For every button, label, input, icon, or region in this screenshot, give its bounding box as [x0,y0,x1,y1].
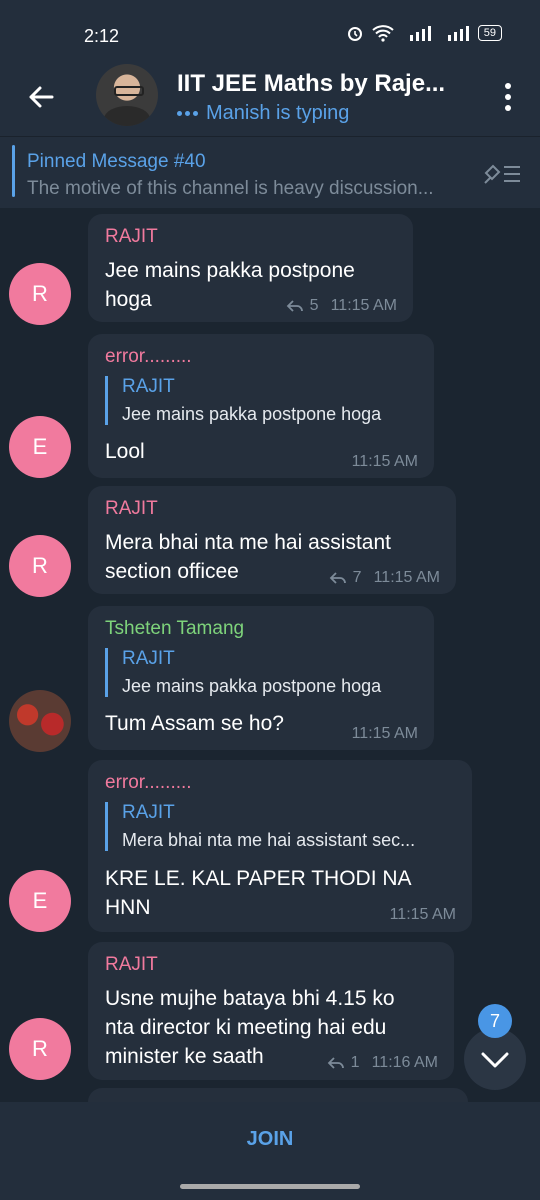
avatar[interactable]: R [9,263,71,325]
message-meta: 1 11:16 AM [327,1054,438,1072]
avatar[interactable]: R [9,535,71,597]
signal-icon [409,26,431,41]
message-text-line: Tum Assam se ho? [105,712,284,735]
message-meta: 11:15 AM [352,453,418,471]
message-bubble[interactable]: error......... RAJIT Mera bhai nta me ha… [88,760,472,932]
message-text-line: Jee mains pakka postpone [105,259,355,282]
message-text-line: nta director ki meeting hai edu [105,1016,387,1039]
sender-name[interactable]: RAJIT [105,498,158,520]
reply-count: 1 [350,1054,360,1071]
message-bubble[interactable]: error......... RAJIT Jee mains pakka pos… [88,334,434,478]
join-bar: JOIN [0,1102,540,1200]
pinned-title: Pinned Message #40 [27,151,206,172]
pin-list-icon[interactable] [482,161,522,187]
message-list[interactable]: R RAJIT Jee mains pakka postpone hoga 5 … [0,208,540,1102]
reply-text: Mera bhai nta me hai assistant sec... [122,830,416,850]
message-meta: 5 11:15 AM [286,297,397,315]
reply-text: Jee mains pakka postpone hoga [122,676,382,696]
reply-sender: RAJIT [122,802,175,823]
message-time: 11:15 AM [351,725,418,742]
avatar[interactable]: E [9,870,71,932]
reply-text: Jee mains pakka postpone hoga [122,404,382,424]
chat-header: IIT JEE Maths by Raje... Manish is typin… [0,56,540,136]
typing-dots-icon [177,111,198,116]
sender-name[interactable]: error......... [105,772,192,794]
pinned-indicator [12,145,15,197]
message-text-line: Usne mujhe bataya bhi 4.15 ko [105,987,395,1010]
more-options-icon[interactable] [502,82,514,112]
message-bubble[interactable]: RAJIT Usne mujhe bataya bhi 4.15 ko nta … [88,942,454,1080]
message-bubble[interactable]: RAJIT Jee mains pakka postpone hoga 5 11… [88,214,413,322]
sender-name[interactable]: Tsheten Tamang [105,618,244,640]
avatar[interactable]: R [9,1018,71,1080]
message-text-line: HNN [105,896,151,919]
sender-name[interactable]: RAJIT [105,226,158,248]
message-meta: 7 11:15 AM [329,569,440,587]
typing-status: Manish is typing [177,102,349,125]
reply-icon [327,1057,344,1069]
join-button[interactable]: JOIN [0,1128,540,1151]
reply-quote[interactable]: RAJIT Mera bhai nta me hai assistant sec… [105,802,460,851]
message-bubble[interactable]: Tsheten Tamang RAJIT Jee mains pakka pos… [88,606,434,750]
status-time: 2:12 [84,26,120,46]
message-time: 11:15 AM [351,453,418,470]
sender-name[interactable]: RAJIT [105,954,158,976]
message-time: 11:15 AM [389,906,456,923]
message-text-line: hoga [105,288,152,311]
avatar[interactable]: E [9,416,71,478]
battery-icon: 59 [477,25,502,41]
message-time: 11:15 AM [330,297,397,314]
pinned-text: The motive of this channel is heavy disc… [27,178,434,199]
message-meta: 11:15 AM [352,725,418,743]
chat-title[interactable]: IIT JEE Maths by Raje... [177,70,445,98]
message-text-line: Mera bhai nta me hai assistant [105,531,391,554]
pinned-message-bar[interactable]: Pinned Message #40 The motive of this ch… [0,136,540,209]
message-time: 11:15 AM [373,569,440,586]
message-bubble[interactable]: RAJIT Mera bhai nta me hai assistant sec… [88,486,456,594]
message-text-line: KRE LE. KAL PAPER THODI NA [105,867,412,890]
reply-icon [329,572,346,584]
reply-quote[interactable]: RAJIT Jee mains pakka postpone hoga [105,376,422,425]
message-meta: 11:15 AM [390,906,456,924]
message-bubble[interactable] [88,1088,468,1102]
sender-name[interactable]: error......... [105,346,192,368]
message-text-line: section officee [105,560,239,583]
home-indicator[interactable] [180,1184,360,1189]
reply-icon [286,300,303,312]
message-text-line: minister ke saath [105,1045,264,1068]
reply-sender: RAJIT [122,648,175,669]
wifi-icon [372,25,394,42]
unread-badge: 7 [478,1004,512,1038]
message-time: 11:16 AM [371,1054,438,1071]
status-icons: 59 [346,24,502,42]
channel-avatar[interactable] [96,64,158,126]
typing-text: Manish is typing [206,102,350,124]
back-arrow-icon[interactable] [24,80,58,114]
reply-quote[interactable]: RAJIT Jee mains pakka postpone hoga [105,648,422,697]
reply-count: 5 [309,297,319,314]
alarm-icon [347,27,362,41]
message-text-line: Lool [105,440,145,463]
signal-icon-2 [447,26,469,41]
avatar[interactable] [9,690,71,752]
reply-count: 7 [352,569,362,586]
reply-sender: RAJIT [122,376,175,397]
